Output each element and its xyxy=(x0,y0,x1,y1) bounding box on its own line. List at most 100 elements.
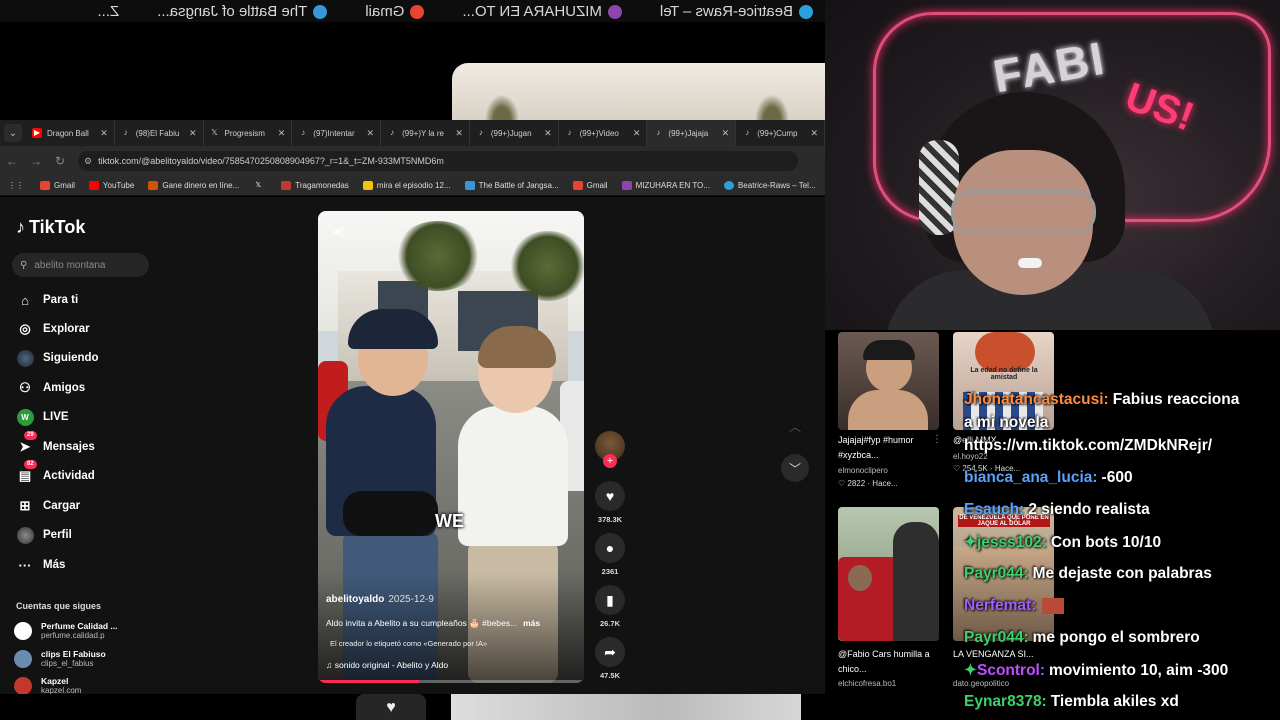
share-button[interactable]: ➦ 47.5K xyxy=(594,637,626,680)
following-account[interactable]: Kapzel kapzel.com xyxy=(14,677,81,694)
nav-siguiendo[interactable]: Siguiendo xyxy=(16,349,99,367)
bookmark-x[interactable]: 𝕏 xyxy=(253,181,267,190)
browser-tab[interactable]: ♪ (98)El Fabiu ✕ xyxy=(115,120,204,146)
browser-tab[interactable]: ♪ (99+)Jugan ✕ xyxy=(470,120,559,146)
video-author[interactable]: abelitoyaldo 2025-12-9 xyxy=(326,594,434,605)
tiktok-icon: ♪ xyxy=(390,128,395,137)
close-icon[interactable]: ✕ xyxy=(810,128,818,139)
comment-button[interactable]: ● 2361 xyxy=(594,533,626,576)
nav-label: Actividad xyxy=(43,470,95,482)
browser-tab[interactable]: ♪ (99+)Y la re ✕ xyxy=(381,120,470,146)
close-icon[interactable]: ✕ xyxy=(278,128,286,139)
nav-amigos[interactable]: ⚇ Amigos xyxy=(16,379,85,397)
nav-para-ti[interactable]: ⌂ Para ti xyxy=(16,291,78,309)
browser-tab[interactable]: 𝕏 Progresism ✕ xyxy=(204,120,293,146)
video-title: Jajajaj#fyp #humor #xyzbca... xyxy=(838,435,914,460)
chat-text: a mi novela xyxy=(964,414,1049,431)
search-input[interactable]: ⚲ abelito montana xyxy=(12,253,149,277)
browser-tab[interactable]: ♪ (97)Intentar ✕ xyxy=(292,120,382,146)
nav-explorar[interactable]: ◎ Explorar xyxy=(16,320,90,338)
volume-icon[interactable]: ◀) xyxy=(332,225,344,238)
save-button[interactable]: ▮ 26.7K xyxy=(594,585,626,628)
bookmark-youtube[interactable]: YouTube xyxy=(88,181,134,190)
recommended-video[interactable]: Jajajaj#fyp #humor #xyzbca... ⋮ elmonocl… xyxy=(838,332,943,492)
gmail-icon xyxy=(410,4,425,19)
forward-icon[interactable]: → xyxy=(24,154,48,168)
recommended-video[interactable]: La edad no define la amistad @elli.MMX e… xyxy=(953,332,1058,492)
avatar-icon xyxy=(16,349,34,367)
tiktok-logo[interactable]: ♪ TikTok xyxy=(16,217,85,238)
search-icon: ⚲ xyxy=(20,259,28,271)
browser-tab[interactable]: ▶ Dragon Ball ✕ xyxy=(26,120,115,146)
chat-text: Con bots 10/10 xyxy=(1050,534,1162,551)
nav-mas[interactable]: ··· Más xyxy=(16,556,66,574)
share-count: 47.5K xyxy=(599,671,620,680)
like-button[interactable]: ♥ 378.3K xyxy=(594,481,626,524)
friends-icon: ⚇ xyxy=(19,380,31,395)
chat-message: Jhonatancastacusi: Fabius reacciona xyxy=(964,391,1239,409)
bookmark-battle-jangsa[interactable]: The Battle of Jangsa... xyxy=(464,181,559,190)
nav-live[interactable]: W LIVE xyxy=(16,408,69,426)
bookmark-mizuhara[interactable]: MIZUHARA EN TO... xyxy=(621,181,710,190)
nav-label: Explorar xyxy=(43,323,90,335)
tab-list-button[interactable]: ⌄ xyxy=(4,124,22,142)
bookmark-episodio[interactable]: mira el episodio 12... xyxy=(362,181,451,190)
more-link[interactable]: más xyxy=(523,618,540,628)
browser-tab[interactable]: ♪ (99+)Cump ✕ xyxy=(736,120,825,146)
chat-message: Payr044: Me dejaste con palabras xyxy=(964,565,1212,583)
chevron-up-icon[interactable]: ︿ xyxy=(781,412,809,440)
account-user: clips_el_fabius xyxy=(41,659,94,668)
close-icon[interactable]: ✕ xyxy=(367,128,375,139)
video-user: dato.geopolitico xyxy=(953,679,1010,688)
apps-icon[interactable]: ⋮⋮ xyxy=(8,181,24,190)
tab-label: (99+)Y la re xyxy=(402,128,444,138)
video-progress-bar[interactable] xyxy=(318,680,584,683)
nav-perfil[interactable]: Perfil xyxy=(16,526,72,544)
site-info-icon[interactable]: ⚙ xyxy=(84,156,92,167)
close-icon[interactable]: ✕ xyxy=(633,128,641,139)
background-thumbnail xyxy=(452,63,825,120)
casino-icon xyxy=(281,181,292,190)
bookmark-beatrice[interactable]: Beatrice-Raws – Tel... xyxy=(723,181,816,190)
heart-icon[interactable]: ♥ xyxy=(356,694,426,720)
chat-user: Nerfemat: xyxy=(964,597,1037,614)
browser-tab[interactable]: ♪ (99+)Video ✕ xyxy=(559,120,648,146)
more-options-icon[interactable]: ··· xyxy=(558,223,570,237)
close-icon[interactable]: ✕ xyxy=(189,128,197,139)
tab-label: (99+)Cump xyxy=(757,128,798,138)
chat-message: https://vm.tiktok.com/ZMDkNRejr/ xyxy=(964,437,1212,455)
following-account[interactable]: Perfume Calidad ... perfume.calidad.p xyxy=(14,621,118,641)
microphone xyxy=(1018,258,1042,268)
follow-plus-icon[interactable]: + xyxy=(603,454,617,468)
following-account[interactable]: clips El Fabiuso clips_el_fabius xyxy=(14,649,106,669)
close-icon[interactable]: ✕ xyxy=(722,128,730,139)
avatar xyxy=(14,622,32,640)
nav-label: Para ti xyxy=(43,294,79,306)
more-options-icon[interactable]: ⋮ xyxy=(932,434,942,445)
recommended-video[interactable]: @Fabio Cars humilla a chico... elchicofr… xyxy=(838,507,943,692)
video-caption: WE xyxy=(435,511,464,531)
tiktok-icon: ♪ xyxy=(567,128,572,137)
close-icon[interactable]: ✕ xyxy=(544,128,552,139)
bookmark-tragamonedas[interactable]: Tragamonedas xyxy=(281,181,349,190)
live-icon: W xyxy=(16,408,34,426)
url-input[interactable]: ⚙ tiktok.com/@abelitoyaldo/video/7585470… xyxy=(78,151,798,171)
bookmark-gane-dinero[interactable]: Gane dinero en líne... xyxy=(148,181,239,190)
bookmark-gmail-2[interactable]: Gmail xyxy=(572,181,608,190)
nav-actividad[interactable]: ▤ 82 Actividad xyxy=(16,460,95,485)
reload-icon[interactable]: ↻ xyxy=(48,154,72,168)
bookmarks-bar: ⋮⋮ Gmail YouTube Gane dinero en líne... … xyxy=(0,176,825,196)
mirror-item: Gmail xyxy=(365,3,425,20)
video-player[interactable]: ◀) ··· WE abelitoyaldo 2025-12-9 Aldo inv… xyxy=(318,211,584,683)
nav-mensajes[interactable]: ➤ 29 Mensajes xyxy=(16,431,95,456)
back-icon[interactable]: ← xyxy=(0,154,24,168)
close-icon[interactable]: ✕ xyxy=(455,128,463,139)
browser-tab-active[interactable]: ♪ (99+)Jajaja ✕ xyxy=(647,120,737,146)
x-icon: 𝕏 xyxy=(211,128,218,137)
nav-cargar[interactable]: ⊞ Cargar xyxy=(16,497,81,515)
avatar xyxy=(14,677,32,694)
bookmark-gmail[interactable]: Gmail xyxy=(40,181,75,190)
chevron-down-icon[interactable]: ﹀ xyxy=(781,454,809,482)
video-sound[interactable]: ♫ sonido original - Abelito y Aldo xyxy=(326,660,448,670)
close-icon[interactable]: ✕ xyxy=(100,128,108,139)
